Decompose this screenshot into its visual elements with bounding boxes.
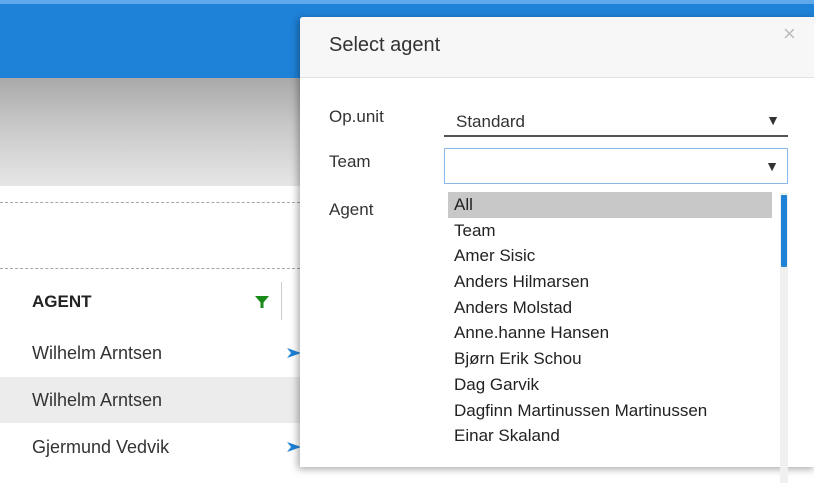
column-divider[interactable] — [281, 282, 282, 320]
opunit-select[interactable]: Standard ▼ — [444, 107, 788, 137]
agent-column-title: AGENT — [32, 292, 92, 311]
send-icon[interactable] — [287, 440, 301, 454]
filter-icon[interactable] — [254, 294, 270, 310]
table-row[interactable]: Wilhelm Arntsen — [0, 377, 300, 423]
send-icon[interactable] — [287, 346, 301, 360]
dialog-title: Select agent — [329, 34, 441, 56]
agent-name: Wilhelm Arntsen — [32, 390, 163, 410]
divider — [0, 202, 300, 203]
dropdown-arrow-icon: ▼ — [766, 112, 780, 128]
list-item[interactable]: Einar Skaland — [448, 423, 772, 449]
listbox-scrollbar-thumb[interactable] — [781, 195, 787, 267]
team-select[interactable]: ▼ — [444, 148, 788, 184]
table-row[interactable]: Wilhelm Arntsen — [0, 330, 301, 376]
list-item[interactable]: All — [448, 192, 772, 218]
dropdown-arrow-icon: ▼ — [765, 158, 779, 174]
team-label: Team — [329, 152, 371, 171]
table-row[interactable]: Gjermund Vedvik — [0, 424, 301, 470]
agent-listbox[interactable]: All Team Amer Sisic Anders Hilmarsen And… — [448, 192, 788, 482]
list-item[interactable]: Anders Molstad — [448, 295, 772, 321]
divider — [0, 268, 300, 269]
list-item[interactable]: Dag Garvik — [448, 372, 772, 398]
select-agent-dialog: Select agent × Op.unit Standard ▼ Team ▼… — [300, 17, 814, 483]
opunit-value: Standard — [456, 112, 525, 131]
close-icon[interactable]: × — [783, 23, 796, 45]
list-item[interactable]: Dagfinn Martinussen Martinussen — [448, 398, 772, 424]
agent-name: Wilhelm Arntsen — [32, 343, 163, 363]
dialog-header: Select agent × — [300, 17, 814, 78]
list-item[interactable]: Amer Sisic — [448, 243, 772, 269]
list-item[interactable]: Bjørn Erik Schou — [448, 346, 772, 372]
agent-label: Agent — [329, 200, 374, 219]
list-item[interactable]: Anne.hanne Hansen — [448, 320, 772, 346]
opunit-label: Op.unit — [329, 107, 384, 126]
agent-name: Gjermund Vedvik — [32, 437, 170, 457]
list-item[interactable]: Anders Hilmarsen — [448, 269, 772, 295]
list-item[interactable]: Team — [448, 218, 772, 244]
